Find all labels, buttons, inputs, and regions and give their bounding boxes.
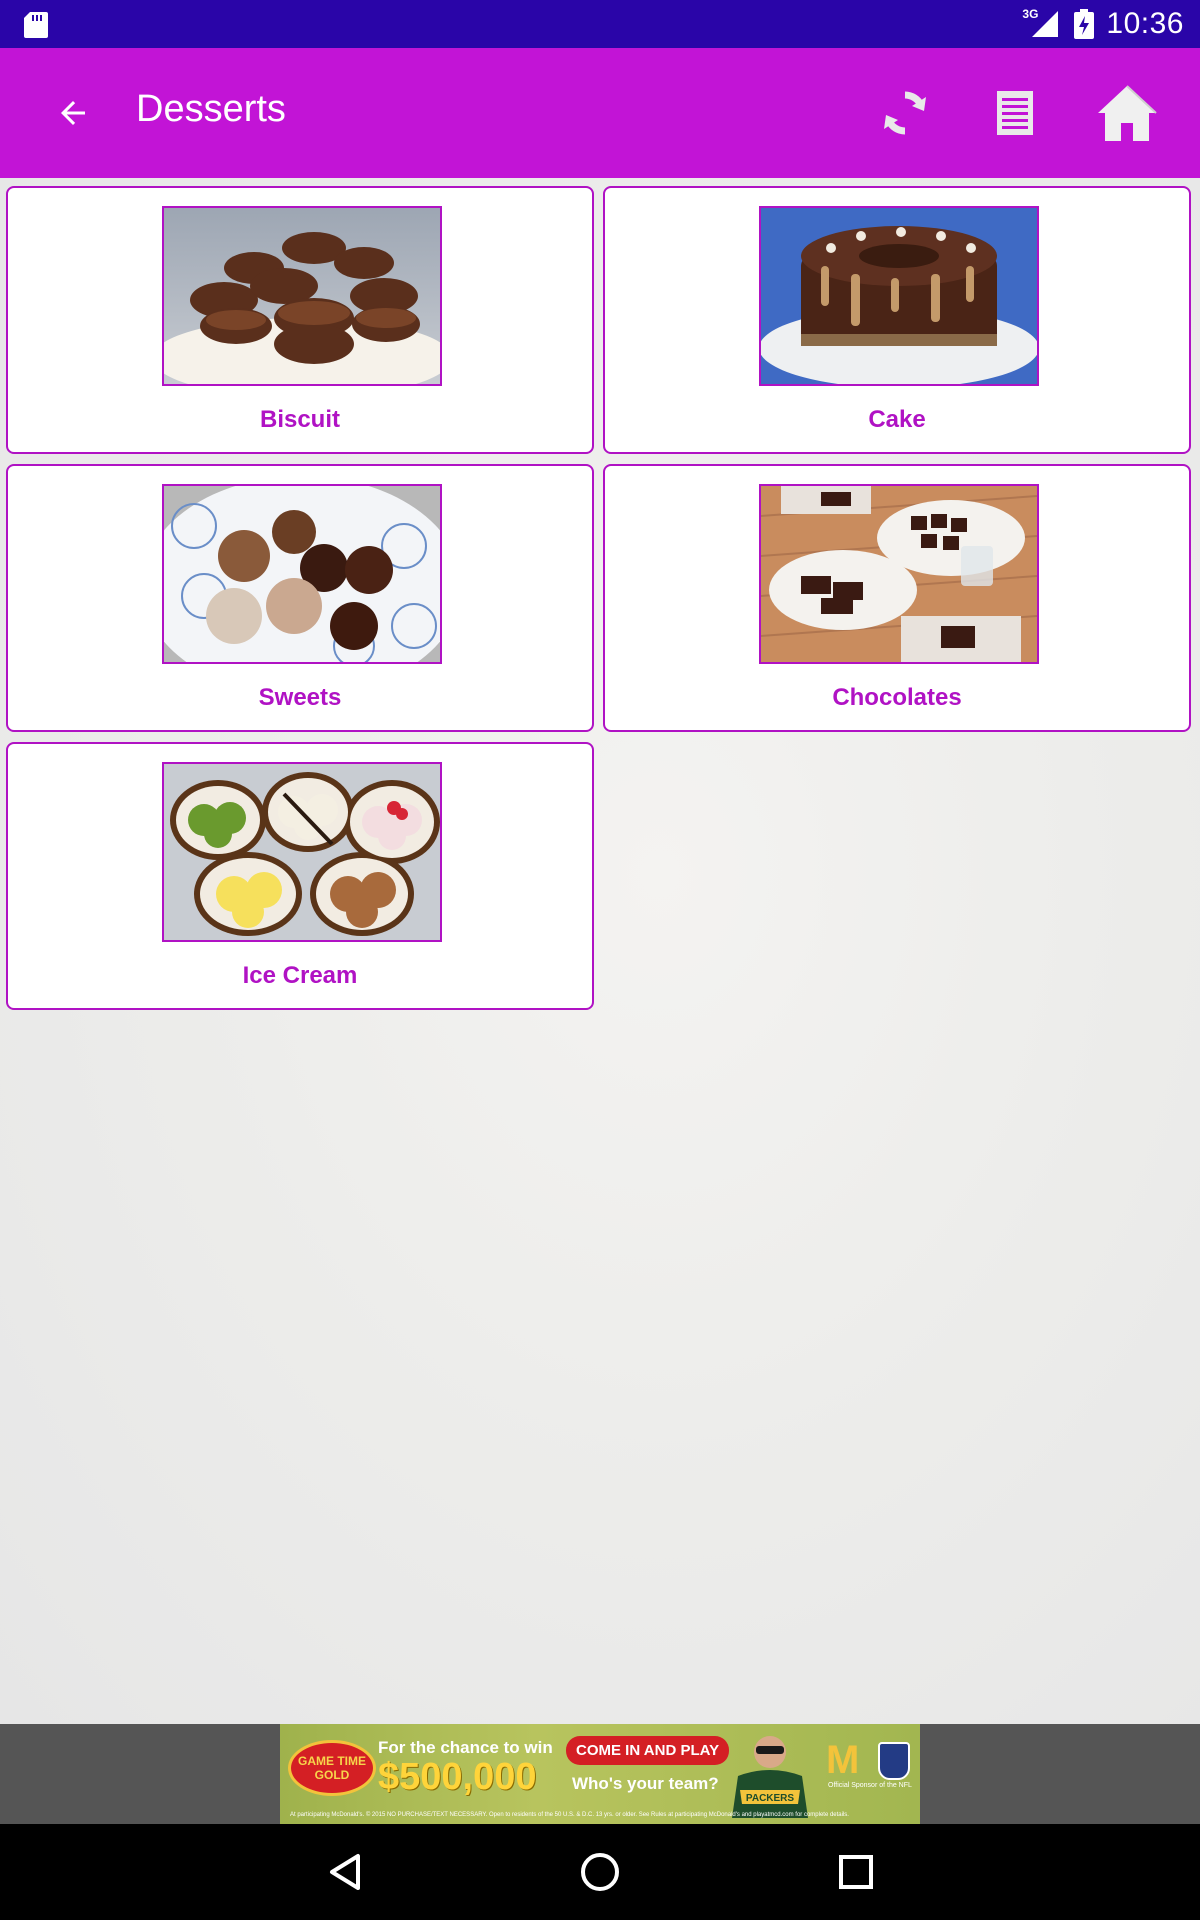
chocolates-image [759,484,1039,664]
cell-signal-icon: 3G [1022,7,1062,39]
category-card-sweets[interactable]: Sweets [6,464,594,732]
category-label: Chocolates [832,684,962,711]
ad-headline: For the chance to win [378,1738,553,1757]
list-icon [997,91,1033,135]
ad-question: Who's your team? [572,1774,719,1793]
mcdonalds-logo-icon: M [826,1738,860,1782]
category-card-biscuit[interactable]: Biscuit [6,186,594,454]
category-label: Biscuit [259,406,340,433]
category-card-chocolates[interactable]: Chocolates [603,464,1191,732]
home-button[interactable] [1092,78,1162,148]
nfl-logo-icon [878,1742,910,1780]
back-button[interactable] [44,84,102,142]
category-grid: Biscuit Cake Sweets Chocolates Ice Cream [0,178,1200,1724]
sd-card-icon [24,12,48,38]
clock: 10:36 [1106,7,1184,40]
category-label: Sweets [258,684,342,711]
home-icon [1098,85,1157,141]
ad-container: GAME TIME GOLD For the chance to win $50… [0,1724,1200,1824]
ad-banner[interactable]: GAME TIME GOLD For the chance to win $50… [280,1724,920,1824]
nav-back-button[interactable] [322,1848,370,1896]
nav-recents-icon [839,1855,873,1889]
nav-recents-button[interactable] [832,1848,880,1896]
battery-charging-icon [1074,9,1095,39]
category-card-ice-cream[interactable]: Ice Cream [6,742,594,1010]
biscuit-image [162,206,442,386]
category-label: Cake [868,406,926,433]
category-card-cake[interactable]: Cake [603,186,1191,454]
nav-home-button[interactable] [576,1848,624,1896]
ad-person-image: PACKERS [732,1736,808,1818]
network-type: 3G [1022,7,1039,21]
game-time-gold-badge: GAME TIME GOLD [288,1740,376,1796]
refresh-icon [884,91,926,135]
system-nav-bar [0,1824,1200,1920]
status-bar: 3G 10:36 [0,0,1200,48]
arrow-back-icon [61,101,85,125]
category-label: Ice Cream [242,962,358,989]
nav-back-icon [330,1854,360,1890]
ad-amount: $500,000 [378,1756,537,1798]
ad-fine-print: At participating McDonald's. © 2015 NO P… [290,1812,849,1818]
ice-cream-image [162,762,442,942]
sweets-image [162,484,442,664]
ad-jersey-text: PACKERS [746,1793,794,1804]
list-button[interactable] [980,78,1050,148]
ad-sponsor-text: Official Sponsor of the NFL [828,1782,912,1789]
refresh-button[interactable] [870,78,940,148]
app-bar: Desserts [0,48,1200,178]
page-title: Desserts [136,88,286,130]
nav-home-icon [581,1853,619,1891]
cake-image [759,206,1039,386]
ad-cta: COME IN AND PLAY [566,1736,730,1765]
